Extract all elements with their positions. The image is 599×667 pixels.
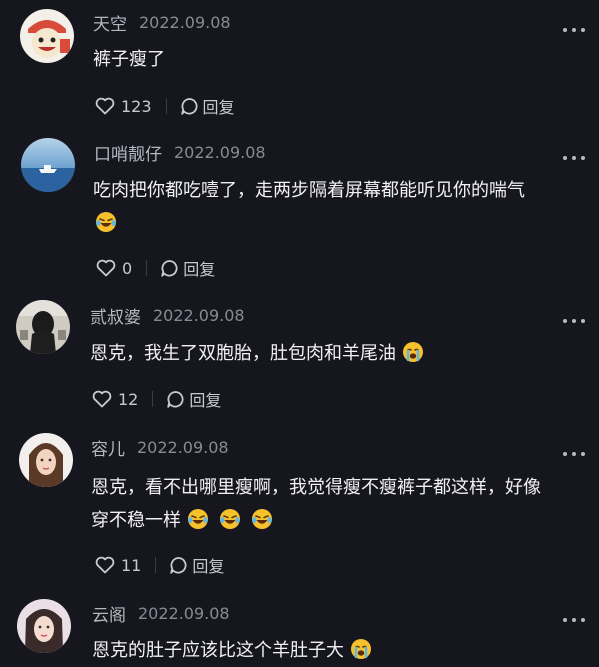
- reply-bubble-icon: [180, 97, 198, 115]
- username[interactable]: 天空: [93, 10, 127, 35]
- reply-bubble-icon: [170, 556, 187, 574]
- avatar[interactable]: [16, 300, 70, 354]
- comment-text-line: 穿不稳一样: [91, 504, 541, 537]
- heart-icon: [95, 556, 115, 574]
- comment-item: 贰叔婆 2022.09.08 恩克，我生了双胞胎，肚包肉和羊尾油 12 回复: [0, 290, 599, 420]
- comment-text: 裤子瘦了: [93, 43, 165, 76]
- comment-item: 天空 2022.09.08 裤子瘦了 123 回复: [0, 0, 599, 130]
- reply-label: 回复: [202, 98, 235, 117]
- comment-item: 口哨靓仔 2022.09.08 吃肉把你都吃噎了，走两步隔着屏幕都能听见你的喘气…: [0, 130, 599, 290]
- heart-icon: [96, 259, 116, 277]
- username[interactable]: 口哨靓仔: [94, 140, 162, 165]
- comment-meta: 天空 2022.09.08: [93, 10, 231, 35]
- heart-icon: [95, 97, 115, 115]
- rofl-emoji: [95, 211, 117, 233]
- comment-meta: 贰叔婆 2022.09.08: [90, 303, 245, 328]
- action-divider: [155, 557, 157, 573]
- reply-button[interactable]: 回复: [180, 94, 235, 118]
- more-options-button[interactable]: [563, 152, 585, 164]
- reply-label: 回复: [183, 260, 216, 279]
- like-count: 123: [121, 96, 152, 116]
- rofl-emoji: [219, 508, 241, 530]
- reply-label: 回复: [192, 557, 225, 576]
- comment-meta: 口哨靓仔 2022.09.08: [94, 140, 266, 165]
- comment-text: 吃肉把你都吃噎了，走两步隔着屏幕都能听见你的喘气: [93, 174, 525, 240]
- action-divider: [146, 260, 148, 276]
- comment-actions: 12 回复: [92, 387, 221, 411]
- comment-text: 恩克，我生了双胞胎，肚包肉和羊尾油: [90, 337, 424, 370]
- more-options-button[interactable]: [563, 315, 585, 327]
- comment-date: 2022.09.08: [174, 142, 266, 162]
- like-button[interactable]: 11: [95, 556, 141, 575]
- like-button[interactable]: 123: [95, 97, 152, 116]
- like-button[interactable]: 12: [92, 390, 138, 409]
- more-options-button[interactable]: [563, 24, 585, 36]
- rofl-emoji: [251, 508, 273, 530]
- comment-actions: 11 回复: [95, 553, 224, 577]
- comment-text-line: [93, 207, 525, 240]
- avatar[interactable]: [21, 138, 75, 192]
- crying-emoji: [350, 638, 372, 660]
- comment-meta: 容儿 2022.09.08: [91, 435, 229, 460]
- comment-date: 2022.09.08: [139, 12, 231, 32]
- avatar[interactable]: [17, 599, 71, 653]
- like-button[interactable]: 0: [96, 259, 132, 278]
- comment-actions: 0 回复: [96, 256, 215, 280]
- reply-label: 回复: [189, 391, 222, 410]
- comment-text: 恩克，看不出哪里瘦啊，我觉得瘦不瘦裤子都这样，好像 穿不稳一样: [91, 471, 541, 537]
- avatar[interactable]: [19, 433, 73, 487]
- comment-actions: 123 回复: [95, 94, 235, 118]
- comment-text-line: 恩克，看不出哪里瘦啊，我觉得瘦不瘦裤子都这样，好像: [91, 477, 541, 498]
- avatar[interactable]: [20, 9, 74, 63]
- reply-button[interactable]: 回复: [166, 387, 221, 411]
- like-count: 11: [121, 555, 142, 575]
- comment-text: 恩克的肚子应该比这个羊肚子大: [92, 634, 372, 667]
- comment-item: 容儿 2022.09.08 恩克，看不出哪里瘦啊，我觉得瘦不瘦裤子都这样，好像 …: [0, 420, 599, 590]
- heart-icon: [92, 390, 112, 408]
- comment-text-line: 恩克的肚子应该比这个羊肚子大: [92, 634, 372, 667]
- reply-bubble-icon: [161, 259, 178, 277]
- like-count: 0: [122, 258, 133, 278]
- comment-item: 云阁 2022.09.08 恩克的肚子应该比这个羊肚子大: [0, 590, 599, 661]
- reply-bubble-icon: [167, 390, 184, 408]
- reply-button[interactable]: 回复: [169, 553, 224, 577]
- more-options-button[interactable]: [563, 448, 585, 460]
- crying-emoji: [402, 341, 424, 363]
- comment-date: 2022.09.08: [138, 603, 230, 623]
- comment-date: 2022.09.08: [153, 305, 245, 325]
- comment-text-line: 吃肉把你都吃噎了，走两步隔着屏幕都能听见你的喘气: [93, 180, 525, 201]
- comment-text-line: 恩克，我生了双胞胎，肚包肉和羊尾油: [90, 337, 424, 370]
- comment-meta: 云阁 2022.09.08: [92, 601, 230, 626]
- comment-text-line: 裤子瘦了: [93, 49, 165, 70]
- username[interactable]: 容儿: [91, 435, 125, 460]
- action-divider: [165, 98, 167, 114]
- comment-date: 2022.09.08: [137, 437, 229, 457]
- username[interactable]: 云阁: [92, 601, 126, 626]
- reply-button[interactable]: 回复: [160, 256, 215, 280]
- rofl-emoji: [187, 508, 209, 530]
- action-divider: [152, 391, 154, 407]
- like-count: 12: [118, 389, 139, 409]
- more-options-button[interactable]: [563, 614, 585, 626]
- username[interactable]: 贰叔婆: [90, 303, 141, 328]
